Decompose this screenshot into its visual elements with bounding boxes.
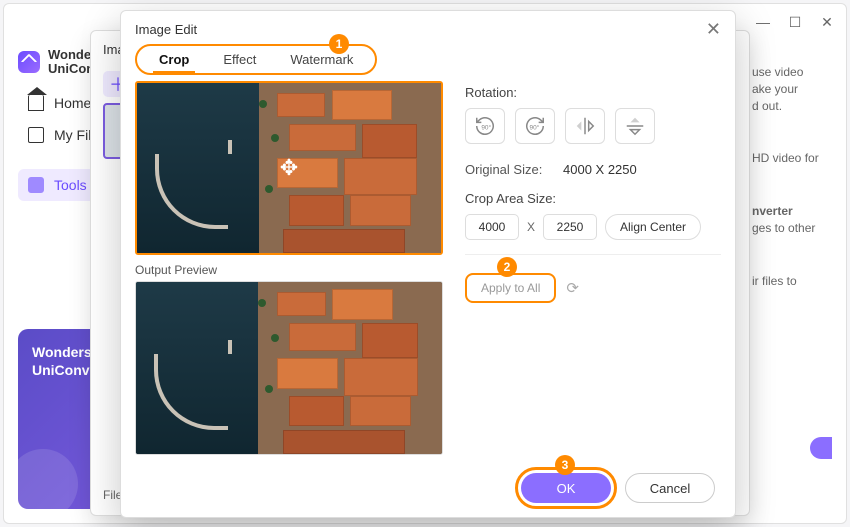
tools-icon [28, 177, 44, 193]
home-icon [28, 95, 44, 111]
reset-icon[interactable]: ⟳ [566, 279, 579, 297]
flip-horizontal-icon [574, 115, 596, 137]
crop-preview[interactable]: ✥ [135, 81, 443, 255]
align-center-button[interactable]: Align Center [605, 214, 701, 240]
image-edit-dialog: Image Edit ✕ Crop Effect Watermark 1 ✥ O… [120, 10, 736, 518]
brand-logo-icon [18, 51, 40, 73]
rotate-ccw-icon: 90° [474, 115, 496, 137]
svg-text:90°: 90° [481, 124, 491, 132]
dialog-title: Image Edit [135, 22, 197, 37]
output-preview-label: Output Preview [135, 263, 445, 277]
right-partial-text: use videoake yourd out. HD video for nve… [752, 64, 832, 509]
crop-height-input[interactable] [543, 214, 597, 240]
tab-crop[interactable]: Crop [143, 48, 205, 71]
right-pill-icon[interactable] [810, 437, 832, 459]
move-cursor-icon: ✥ [280, 155, 298, 181]
tab-watermark[interactable]: Watermark [274, 48, 369, 71]
rotate-ccw-button[interactable]: 90° [465, 108, 505, 144]
flip-vertical-icon [624, 115, 646, 137]
step-badge-3: 3 [555, 455, 575, 475]
step-badge-2: 2 [497, 257, 517, 277]
flip-vertical-button[interactable] [615, 108, 655, 144]
x-separator: X [527, 220, 535, 234]
output-preview [135, 281, 443, 455]
maximize-icon[interactable]: ☐ [788, 15, 802, 29]
crop-width-input[interactable] [465, 214, 519, 240]
nav-tools-label: Tools [54, 177, 87, 193]
tab-effect[interactable]: Effect [207, 48, 272, 71]
original-size-label: Original Size: [465, 162, 553, 177]
apply-to-all-button[interactable]: Apply to All [465, 273, 556, 303]
nav-home-label: Home [54, 95, 91, 111]
brand-line2: UniCon [48, 62, 96, 76]
crop-area-label: Crop Area Size: [465, 191, 721, 206]
rotate-cw-icon: 90° [524, 115, 546, 137]
ok-button[interactable]: OK [521, 473, 611, 503]
minimize-icon[interactable]: — [756, 15, 770, 29]
svg-text:90°: 90° [530, 124, 540, 132]
rotation-label: Rotation: [465, 85, 721, 100]
rotate-cw-button[interactable]: 90° [515, 108, 555, 144]
folder-icon [28, 127, 44, 143]
cancel-button[interactable]: Cancel [625, 473, 715, 503]
original-size-value: 4000 X 2250 [563, 162, 637, 177]
brand-text: Wonder UniCon [48, 48, 96, 77]
brand-line1: Wonder [48, 48, 96, 62]
step-badge-1: 1 [329, 34, 349, 54]
close-icon[interactable]: ✕ [706, 19, 721, 40]
close-icon[interactable]: ✕ [820, 15, 834, 29]
flip-horizontal-button[interactable] [565, 108, 605, 144]
